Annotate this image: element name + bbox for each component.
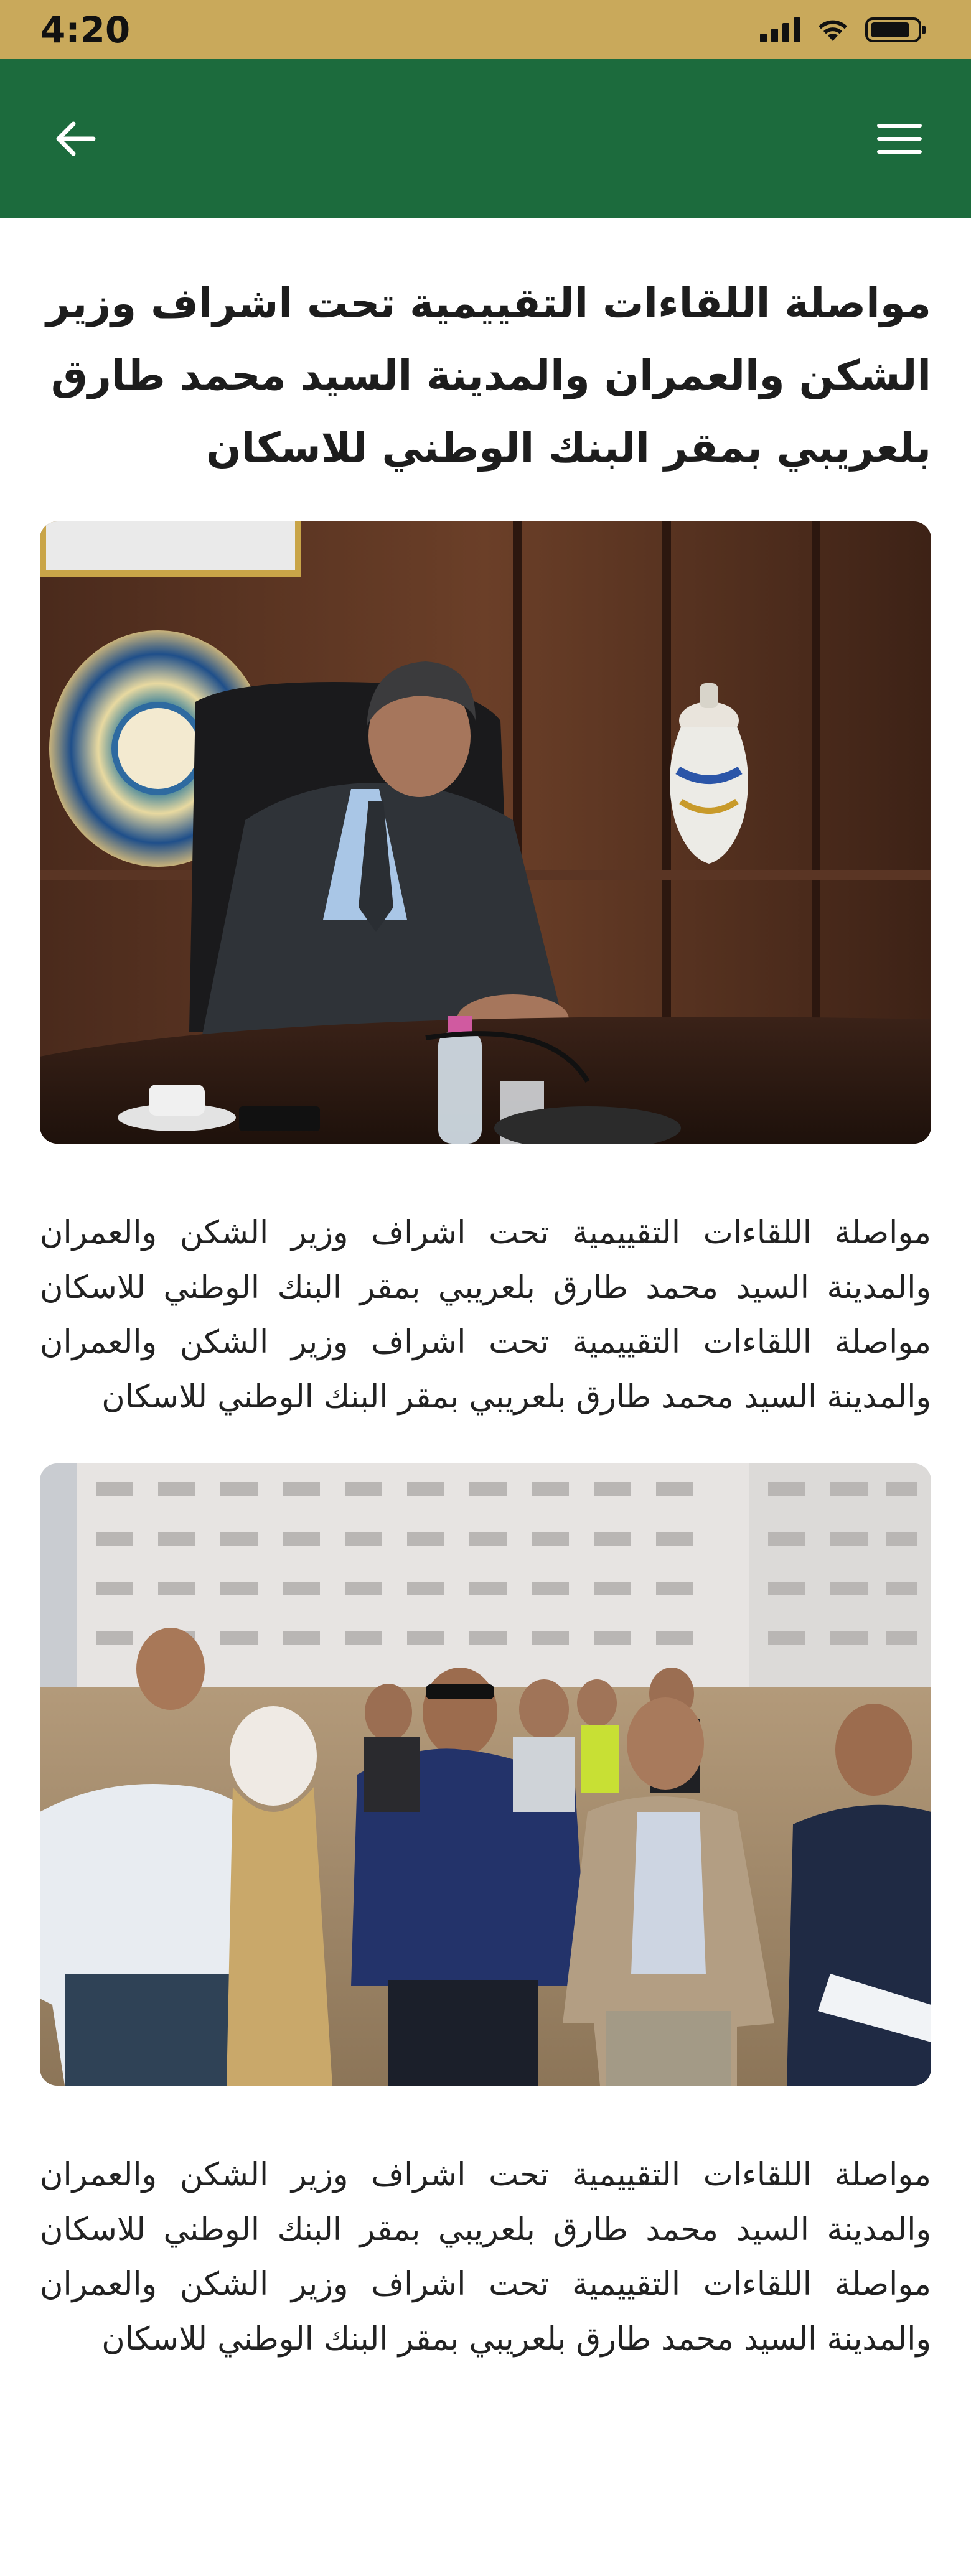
arrow-left-icon: [56, 121, 96, 156]
article-paragraph-2: مواصلة اللقاءات التقييمية تحت اشراف وزير…: [40, 2157, 931, 2358]
wifi-icon: [817, 17, 849, 42]
status-bar: 4:20: [0, 0, 971, 59]
article-headline: مواصلة اللقاءات التقييمية تحت اشراف وزير…: [46, 279, 931, 472]
status-icons: [760, 16, 927, 44]
article-image-minister-office: [40, 521, 931, 1144]
status-time: 4:20: [40, 8, 131, 51]
menu-button[interactable]: [871, 111, 927, 167]
app-bar: [0, 59, 971, 218]
article-image-site-visit: [40, 1463, 931, 2086]
hamburger-menu-icon: [877, 123, 922, 154]
article: مواصلة اللقاءات التقييمية تحت اشراف وزير…: [40, 218, 931, 2367]
signal-icon: [760, 17, 800, 42]
back-button[interactable]: [47, 111, 103, 167]
article-paragraph-1: مواصلة اللقاءات التقييمية تحت اشراف وزير…: [40, 1215, 931, 1416]
battery-icon: [865, 16, 927, 44]
